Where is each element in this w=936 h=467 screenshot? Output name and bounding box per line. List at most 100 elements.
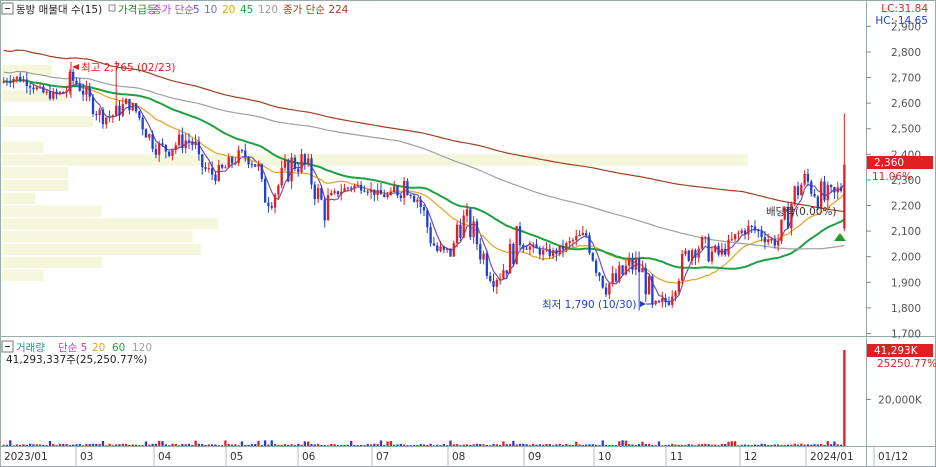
volume-bar — [62, 443, 65, 446]
volume-bar — [313, 444, 316, 446]
volume-bar — [333, 444, 336, 446]
candle-body — [48, 91, 52, 99]
x-tick-label: 12 — [744, 451, 757, 463]
volume-bar — [492, 444, 495, 446]
candle-body — [671, 296, 674, 305]
volume-bar — [247, 444, 250, 446]
volume-bar — [465, 444, 469, 446]
volume-bar — [472, 444, 475, 446]
volume-bar — [422, 444, 426, 446]
volume-bar — [194, 440, 197, 446]
volume-bar — [376, 444, 379, 446]
candle-body — [714, 245, 717, 252]
volume-bar — [505, 444, 508, 446]
candle-body — [760, 231, 763, 238]
volume-bar — [406, 445, 409, 446]
volume-bar — [366, 443, 369, 446]
candle-body — [737, 233, 740, 235]
candle-body — [492, 280, 495, 287]
candle-body — [171, 149, 174, 156]
volume-bar — [88, 443, 91, 446]
volume-bar — [757, 444, 760, 446]
candle-body — [757, 230, 760, 232]
volume-bar — [551, 445, 555, 446]
volume-bar — [211, 444, 214, 446]
legend-item: 10 — [204, 4, 217, 16]
candle-body — [164, 144, 167, 152]
y-tick-label: 1,700 — [891, 328, 921, 340]
candle-body — [687, 250, 690, 261]
candle-body — [753, 226, 757, 231]
candle-body — [105, 117, 108, 125]
volume-bar — [449, 440, 452, 446]
volume-bar — [101, 440, 105, 446]
candle-body — [823, 181, 826, 201]
candle-body — [591, 253, 594, 261]
volume-bar — [604, 445, 608, 446]
candle-body — [661, 297, 664, 303]
volume-bar — [575, 441, 578, 446]
candle-body — [750, 226, 753, 228]
candle-body — [108, 117, 111, 119]
chart-canvas[interactable]: 1,7001,8001,9002,0002,1002,2002,3002,400… — [0, 0, 936, 467]
candle-body — [121, 104, 124, 116]
volume-legend-item: 20 — [92, 342, 105, 354]
candle-body — [128, 99, 131, 111]
candle-body — [508, 243, 512, 274]
candle-body — [366, 191, 369, 193]
candle-body — [5, 81, 9, 83]
volume-bar — [343, 444, 346, 446]
volume-profile-bar — [2, 90, 69, 102]
volume-bar — [694, 445, 697, 446]
volume-bar — [22, 444, 25, 446]
candle-body — [131, 103, 134, 111]
candle-body — [290, 157, 293, 182]
volume-bar — [244, 445, 247, 446]
volume-bar — [793, 443, 796, 446]
volume-bar — [144, 441, 148, 446]
candle-body — [674, 291, 677, 297]
volume-bar — [482, 444, 485, 446]
candle-body — [88, 87, 91, 97]
candle-body — [25, 79, 28, 86]
volume-bar — [786, 444, 790, 446]
candle-body — [442, 246, 446, 250]
candle-body — [244, 150, 247, 158]
candle-body — [578, 234, 581, 237]
candle-body — [234, 162, 237, 164]
volume-bar — [131, 444, 134, 446]
volume-bar — [806, 444, 810, 446]
candle-body — [369, 189, 373, 193]
volume-title[interactable]: 거래량 — [16, 342, 45, 354]
volume-bar — [733, 441, 737, 446]
candle-body — [637, 258, 641, 273]
candle-body — [237, 150, 240, 163]
candle-body — [254, 164, 257, 167]
volume-bar — [336, 445, 340, 446]
volume-tick-label: 20,000K — [878, 395, 923, 407]
volume-bar — [306, 441, 310, 446]
candle-body — [343, 187, 346, 192]
volume-bar — [257, 440, 260, 446]
candle-body — [263, 178, 267, 203]
volume-bar — [240, 441, 244, 446]
volume-tag-value: 41,293K — [874, 345, 919, 357]
volume-bar — [379, 440, 383, 446]
x-tick-label: 08 — [452, 451, 465, 463]
candle-body — [144, 129, 148, 138]
candle-body — [62, 92, 65, 94]
volume-bar — [15, 444, 19, 446]
volume-bar — [528, 445, 532, 446]
indicator-title[interactable]: 동방 매물대 수(15) — [16, 4, 102, 16]
volume-bar — [230, 444, 234, 446]
volume-bar — [475, 443, 479, 446]
volume-bar — [776, 444, 780, 446]
candle-body — [419, 199, 422, 208]
volume-bar — [588, 444, 591, 446]
volume-bar — [207, 444, 211, 446]
volume-bar — [326, 445, 330, 446]
candle-body — [389, 192, 393, 195]
x-tick-label: 2023/01 — [4, 451, 48, 463]
candle-body — [412, 195, 416, 202]
candle-body — [482, 253, 485, 260]
